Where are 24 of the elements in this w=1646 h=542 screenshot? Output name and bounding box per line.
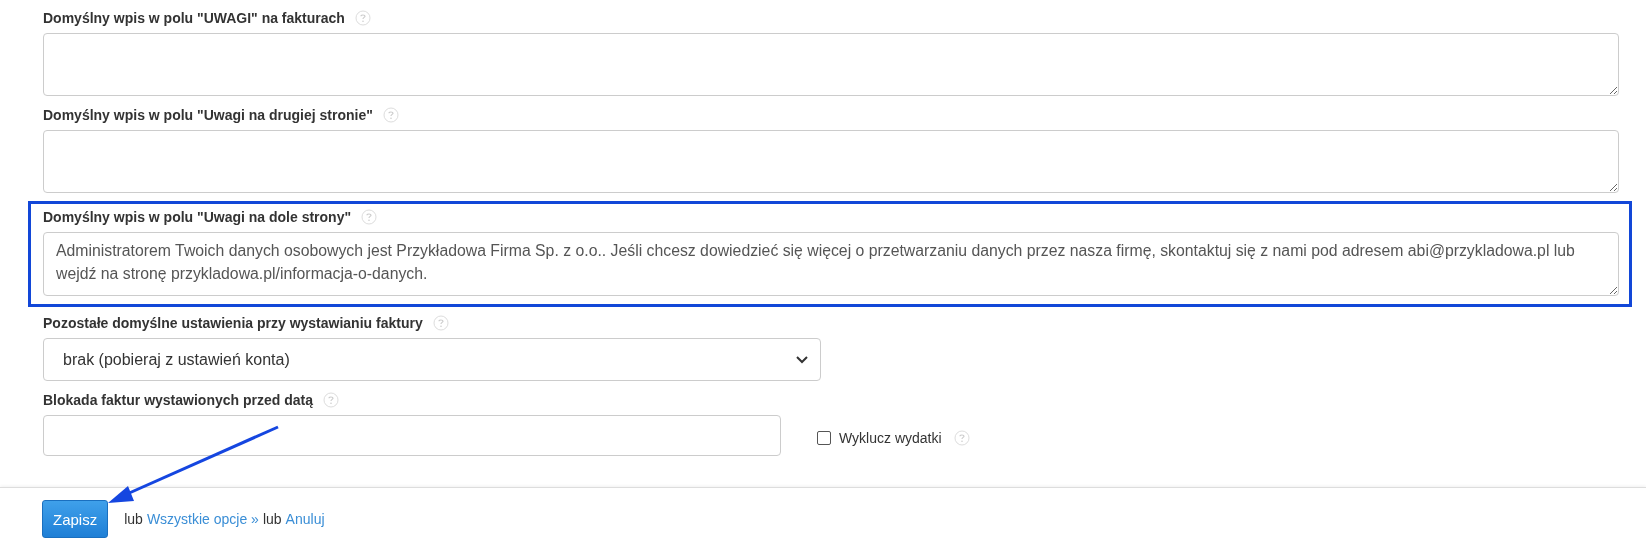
help-icon[interactable] — [354, 10, 371, 26]
checkbox[interactable] — [817, 430, 831, 445]
date-field[interactable] — [43, 415, 781, 456]
all-options-link[interactable]: Wszystkie opcje » — [146, 500, 259, 538]
checkbox-label[interactable]: Wyklucz wydatki — [839, 429, 942, 446]
help-icon[interactable] — [382, 107, 399, 123]
text-area[interactable] — [43, 33, 1619, 96]
separator-text: lub — [262, 510, 282, 529]
field-label: Pozostałe domyślne ustawienia przy wystawianiu faktury — [43, 315, 423, 331]
text-area[interactable]: Administratorem Twoich danych osobowych jest Przykładowa Firma Sp. z o.o.. Jeśli chcesz dowiedzieć się więcej o przetwarzaniu danych przez nasza firmę, skontaktuj się z nami pod adresem abi@przykladowa.pl lub wejdź na stronę przykladowa.pl/informacja-o-danych. — [43, 232, 1619, 296]
separator-text: lub — [124, 510, 143, 529]
save-button[interactable]: Zapisz — [42, 500, 109, 538]
cancel-link[interactable]: Anuluj — [285, 500, 325, 538]
help-icon[interactable] — [432, 315, 449, 331]
help-icon[interactable] — [953, 429, 970, 446]
text-area[interactable] — [43, 130, 1619, 193]
field-label: Domyślny wpis w polu "Uwagi na dole strony" — [43, 209, 352, 225]
field-label: Domyślny wpis w polu "Uwagi na drugiej stronie" — [43, 107, 373, 123]
dropdown[interactable]: brak (pobieraj z ustawień konta) — [43, 338, 821, 381]
chevron-down-icon — [796, 355, 808, 364]
field-label: Domyślny wpis w polu "UWAGI" na fakturach — [43, 10, 345, 26]
help-icon[interactable] — [322, 392, 339, 408]
field-label: Blokada faktur wystawionych przed datą — [43, 392, 313, 408]
help-icon[interactable] — [361, 209, 378, 225]
